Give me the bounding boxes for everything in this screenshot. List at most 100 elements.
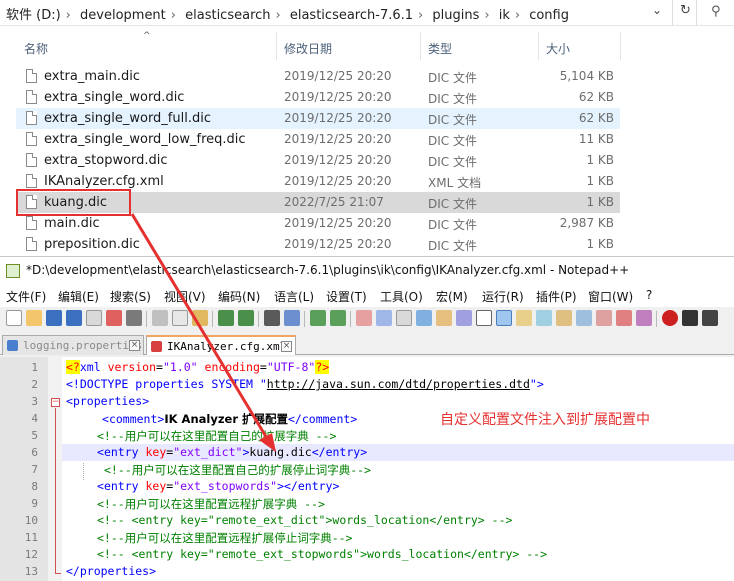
divider [656, 311, 657, 327]
breadcrumb-item[interactable]: 软件 (D:) [6, 8, 61, 23]
monitoring-icon[interactable] [576, 310, 592, 326]
column-type[interactable]: 类型 [428, 40, 452, 57]
divider [212, 311, 213, 327]
column-name[interactable]: 名称 [24, 40, 48, 57]
code-line-10: <!-- <entry key="remote_ext_dict">words_… [97, 513, 513, 527]
window-title: *D:\development\elasticsearch\elasticsea… [26, 263, 630, 277]
tab-ikanalyzer-cfg[interactable]: IKAnalyzer.cfg.xml × [146, 335, 296, 355]
divider [304, 311, 305, 327]
breadcrumb-item[interactable]: config [529, 8, 569, 23]
close-icon[interactable]: × [129, 340, 140, 351]
search-input[interactable]: ⚲ [696, 0, 734, 26]
fold-collapse-icon[interactable]: − [51, 398, 60, 407]
close-all-icon[interactable] [106, 310, 122, 326]
breadcrumb-item[interactable]: elasticsearch-7.6.1 [290, 8, 413, 23]
preview-icon[interactable] [636, 310, 652, 326]
save-icon[interactable] [46, 310, 62, 326]
column-divider[interactable] [538, 32, 539, 60]
find-icon[interactable] [264, 310, 280, 326]
undo-icon[interactable] [218, 310, 234, 326]
menu-encoding[interactable]: 编码(N) [218, 288, 260, 305]
show-all-chars-icon[interactable] [416, 310, 432, 326]
indent-guide-icon[interactable] [436, 310, 452, 326]
file-row[interactable]: extra_stopword.dic 2019/12/25 20:20 DIC … [16, 150, 620, 171]
pilcrow-icon[interactable] [476, 310, 492, 326]
file-type: DIC 文件 [428, 155, 477, 169]
file-icon [26, 69, 37, 83]
function-list-icon[interactable] [536, 310, 552, 326]
file-name: extra_main.dic [44, 69, 140, 84]
column-divider[interactable] [420, 32, 421, 60]
menu-view[interactable]: 视图(V) [164, 288, 206, 305]
annotation-note: 自定义配置文件注入到扩展配置中 [440, 412, 650, 428]
menu-tools[interactable]: 工具(O) [380, 288, 423, 305]
breadcrumb-item[interactable]: development [80, 8, 166, 23]
chevron-down-icon[interactable]: ⌄ [652, 3, 662, 17]
file-row[interactable]: extra_main.dic 2019/12/25 20:20 DIC 文件 5… [16, 66, 620, 87]
menu-file[interactable]: 文件(F) [6, 288, 46, 305]
stop-macro-icon[interactable] [682, 310, 698, 326]
file-row[interactable]: preposition.dic 2019/12/25 20:20 DIC 文件 … [16, 234, 620, 255]
language-icon[interactable] [456, 310, 472, 326]
menu-language[interactable]: 语言(L) [274, 288, 314, 305]
play-macro-icon[interactable] [702, 310, 718, 326]
redo-icon[interactable] [238, 310, 254, 326]
tab-logging-properties[interactable]: logging.properties × [2, 335, 144, 355]
file-name: preposition.dic [44, 237, 140, 252]
word-wrap-icon[interactable] [396, 310, 412, 326]
replace-icon[interactable] [284, 310, 300, 326]
file-row[interactable]: extra_single_word.dic 2019/12/25 20:20 D… [16, 87, 620, 108]
address-bar[interactable]: 软件 (D:) › development › elasticsearch › ela… [0, 0, 734, 26]
tab-label: IKAnalyzer.cfg.xml [167, 340, 287, 353]
chevron-right-icon: › [418, 8, 424, 23]
file-date: 2019/12/25 20:20 [284, 237, 392, 251]
menu-bar: 文件(F) 编辑(E) 搜索(S) 视图(V) 编码(N) 语言(L) 设置(T… [0, 285, 734, 307]
menu-settings[interactable]: 设置(T) [326, 288, 367, 305]
code-editor[interactable]: 1 2 3 4 5 6 7 8 9 10 11 12 13 − <?xml ve… [0, 357, 734, 581]
folder-icon[interactable] [616, 310, 632, 326]
print-icon[interactable] [126, 310, 142, 326]
menu-search[interactable]: 搜索(S) [110, 288, 151, 305]
menu-run[interactable]: 运行(R) [482, 288, 524, 305]
breadcrumb-item[interactable]: ik [499, 8, 510, 23]
tab-label: logging.properties [23, 339, 143, 352]
bookmark-icon[interactable] [596, 310, 612, 326]
folder-workspace-icon[interactable] [556, 310, 572, 326]
menu-help[interactable]: ? [646, 288, 652, 302]
line-number: 9 [31, 497, 38, 510]
indent-icon[interactable] [496, 310, 512, 326]
new-file-icon[interactable] [6, 310, 22, 326]
open-file-icon[interactable] [26, 310, 42, 326]
file-row[interactable]: extra_single_word_low_freq.dic 2019/12/2… [16, 129, 620, 150]
zoom-in-icon[interactable] [310, 310, 326, 326]
column-size[interactable]: 大小 [546, 40, 570, 57]
doc-map-icon[interactable] [516, 310, 532, 326]
column-date[interactable]: 修改日期 [284, 40, 332, 57]
cut-icon[interactable] [152, 310, 168, 326]
breadcrumb-item[interactable]: plugins [432, 8, 479, 23]
tab-bar: logging.properties × IKAnalyzer.cfg.xml … [0, 333, 734, 355]
close-file-icon[interactable] [86, 310, 102, 326]
chevron-right-icon: › [65, 8, 71, 23]
column-divider[interactable] [620, 32, 621, 60]
file-type: DIC 文件 [428, 92, 477, 106]
sync-horizontal-icon[interactable] [376, 310, 392, 326]
file-size: 62 KB [578, 90, 614, 104]
copy-icon[interactable] [172, 310, 188, 326]
record-macro-icon[interactable] [662, 310, 678, 326]
refresh-icon[interactable]: ↻ [680, 3, 691, 18]
menu-plugins[interactable]: 插件(P) [536, 288, 577, 305]
close-icon[interactable]: × [281, 341, 292, 352]
file-type: DIC 文件 [428, 239, 477, 253]
menu-window[interactable]: 窗口(W) [588, 288, 633, 305]
paste-icon[interactable] [192, 310, 208, 326]
file-row[interactable]: extra_single_word_full.dic 2019/12/25 20… [16, 108, 620, 129]
column-divider[interactable] [276, 32, 277, 60]
zoom-out-icon[interactable] [330, 310, 346, 326]
menu-macro[interactable]: 宏(M) [436, 288, 468, 305]
breadcrumb-item[interactable]: elasticsearch [185, 8, 270, 23]
sync-vertical-icon[interactable] [356, 310, 372, 326]
file-row[interactable]: main.dic 2019/12/25 20:20 DIC 文件 2,987 K… [16, 213, 620, 234]
save-all-icon[interactable] [66, 310, 82, 326]
menu-edit[interactable]: 编辑(E) [58, 288, 99, 305]
